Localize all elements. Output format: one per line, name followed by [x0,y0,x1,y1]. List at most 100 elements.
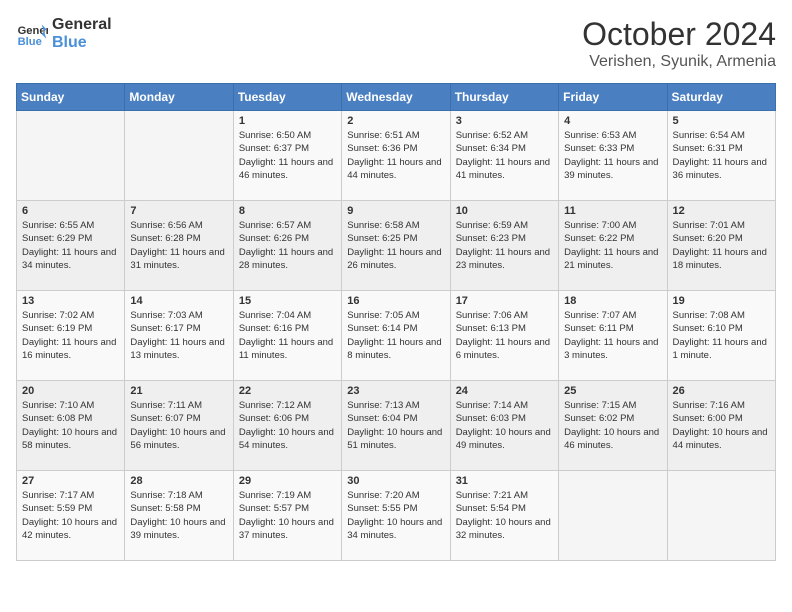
calendar-cell: 20 Sunrise: 7:10 AM Sunset: 6:08 PM Dayli… [17,381,125,471]
calendar-cell: 29 Sunrise: 7:19 AM Sunset: 5:57 PM Dayli… [233,471,341,561]
day-number: 18 [564,295,661,307]
cell-info: Sunrise: 6:52 AM Sunset: 6:34 PM Dayligh… [456,129,553,182]
cell-info: Sunrise: 7:01 AM Sunset: 6:20 PM Dayligh… [673,219,770,272]
location-subtitle: Verishen, Syunik, Armenia [582,53,776,71]
day-number: 8 [239,205,336,217]
cell-info: Sunrise: 6:51 AM Sunset: 6:36 PM Dayligh… [347,129,444,182]
week-row-2: 6 Sunrise: 6:55 AM Sunset: 6:29 PM Daylig… [17,201,776,291]
day-header-monday: Monday [125,84,233,111]
day-header-saturday: Saturday [667,84,775,111]
cell-info: Sunrise: 7:13 AM Sunset: 6:04 PM Dayligh… [347,399,444,452]
cell-info: Sunrise: 6:54 AM Sunset: 6:31 PM Dayligh… [673,129,770,182]
calendar-cell: 13 Sunrise: 7:02 AM Sunset: 6:19 PM Dayli… [17,291,125,381]
cell-info: Sunrise: 6:57 AM Sunset: 6:26 PM Dayligh… [239,219,336,272]
calendar-cell: 15Sunrise: 7:04 AM Sunset: 6:16 PM Dayli… [233,291,341,381]
cell-info: Sunrise: 7:12 AM Sunset: 6:06 PM Dayligh… [239,399,336,452]
calendar-cell: 10 Sunrise: 6:59 AM Sunset: 6:23 PM Dayli… [450,201,558,291]
calendar-cell: 27 Sunrise: 7:17 AM Sunset: 5:59 PM Dayli… [17,471,125,561]
month-title: October 2024 [582,16,776,53]
calendar-cell: 1 Sunrise: 6:50 AM Sunset: 6:37 PM Daylig… [233,111,341,201]
day-header-thursday: Thursday [450,84,558,111]
calendar-cell [17,111,125,201]
day-header-friday: Friday [559,84,667,111]
calendar-cell: 28 Sunrise: 7:18 AM Sunset: 5:58 PM Dayli… [125,471,233,561]
calendar-cell: 18 Sunrise: 7:07 AM Sunset: 6:11 PM Dayli… [559,291,667,381]
cell-info: Sunrise: 7:08 AM Sunset: 6:10 PM Dayligh… [673,309,770,362]
calendar-cell [667,471,775,561]
day-number: 31 [456,475,553,487]
day-number: 29 [239,475,336,487]
week-row-1: 1 Sunrise: 6:50 AM Sunset: 6:37 PM Daylig… [17,111,776,201]
calendar-cell: 19 Sunrise: 7:08 AM Sunset: 6:10 PM Dayli… [667,291,775,381]
day-number: 4 [564,115,661,127]
week-row-4: 20 Sunrise: 7:10 AM Sunset: 6:08 PM Dayli… [17,381,776,471]
cell-info: Sunrise: 6:59 AM Sunset: 6:23 PM Dayligh… [456,219,553,272]
calendar-cell: 22Sunrise: 7:12 AM Sunset: 6:06 PM Dayli… [233,381,341,471]
calendar-cell [559,471,667,561]
day-number: 20 [22,385,119,397]
logo: General Blue General Blue [16,16,112,51]
day-number: 13 [22,295,119,307]
calendar-cell: 5Sunrise: 6:54 AM Sunset: 6:31 PM Daylig… [667,111,775,201]
calendar-cell: 8 Sunrise: 6:57 AM Sunset: 6:26 PM Daylig… [233,201,341,291]
day-number: 15 [239,295,336,307]
day-number: 9 [347,205,444,217]
cell-info: Sunrise: 7:06 AM Sunset: 6:13 PM Dayligh… [456,309,553,362]
day-number: 10 [456,205,553,217]
day-number: 7 [130,205,227,217]
cell-info: Sunrise: 6:58 AM Sunset: 6:25 PM Dayligh… [347,219,444,272]
calendar-cell: 4 Sunrise: 6:53 AM Sunset: 6:33 PM Daylig… [559,111,667,201]
calendar-cell: 21Sunrise: 7:11 AM Sunset: 6:07 PM Dayli… [125,381,233,471]
calendar-cell: 17Sunrise: 7:06 AM Sunset: 6:13 PM Dayli… [450,291,558,381]
calendar-cell [125,111,233,201]
calendar-cell: 31 Sunrise: 7:21 AM Sunset: 5:54 PM Dayli… [450,471,558,561]
day-number: 12 [673,205,770,217]
day-number: 25 [564,385,661,397]
cell-info: Sunrise: 7:17 AM Sunset: 5:59 PM Dayligh… [22,489,119,542]
cell-info: Sunrise: 7:02 AM Sunset: 6:19 PM Dayligh… [22,309,119,362]
day-number: 2 [347,115,444,127]
calendar-cell: 2 Sunrise: 6:51 AM Sunset: 6:36 PM Daylig… [342,111,450,201]
cell-info: Sunrise: 7:00 AM Sunset: 6:22 PM Dayligh… [564,219,661,272]
calendar-table: SundayMondayTuesdayWednesdayThursdayFrid… [16,83,776,561]
day-number: 21 [130,385,227,397]
cell-info: Sunrise: 7:10 AM Sunset: 6:08 PM Dayligh… [22,399,119,452]
cell-info: Sunrise: 6:55 AM Sunset: 6:29 PM Dayligh… [22,219,119,272]
day-number: 6 [22,205,119,217]
cell-info: Sunrise: 7:21 AM Sunset: 5:54 PM Dayligh… [456,489,553,542]
logo-icon: General Blue [16,18,48,50]
cell-info: Sunrise: 7:16 AM Sunset: 6:00 PM Dayligh… [673,399,770,452]
calendar-cell: 25 Sunrise: 7:15 AM Sunset: 6:02 PM Dayli… [559,381,667,471]
calendar-cell: 12 Sunrise: 7:01 AM Sunset: 6:20 PM Dayli… [667,201,775,291]
day-number: 16 [347,295,444,307]
cell-info: Sunrise: 7:05 AM Sunset: 6:14 PM Dayligh… [347,309,444,362]
day-number: 30 [347,475,444,487]
day-number: 27 [22,475,119,487]
cell-info: Sunrise: 7:19 AM Sunset: 5:57 PM Dayligh… [239,489,336,542]
calendar-cell: 9 Sunrise: 6:58 AM Sunset: 6:25 PM Daylig… [342,201,450,291]
cell-info: Sunrise: 7:14 AM Sunset: 6:03 PM Dayligh… [456,399,553,452]
cell-info: Sunrise: 7:07 AM Sunset: 6:11 PM Dayligh… [564,309,661,362]
calendar-cell: 6 Sunrise: 6:55 AM Sunset: 6:29 PM Daylig… [17,201,125,291]
svg-text:Blue: Blue [18,36,42,48]
cell-info: Sunrise: 6:53 AM Sunset: 6:33 PM Dayligh… [564,129,661,182]
day-number: 11 [564,205,661,217]
day-number: 28 [130,475,227,487]
calendar-cell: 14Sunrise: 7:03 AM Sunset: 6:17 PM Dayli… [125,291,233,381]
day-number: 3 [456,115,553,127]
week-row-3: 13 Sunrise: 7:02 AM Sunset: 6:19 PM Dayli… [17,291,776,381]
logo-blue: Blue [52,34,112,52]
day-number: 19 [673,295,770,307]
day-number: 23 [347,385,444,397]
calendar-cell: 23 Sunrise: 7:13 AM Sunset: 6:04 PM Dayli… [342,381,450,471]
calendar-cell: 11 Sunrise: 7:00 AM Sunset: 6:22 PM Dayli… [559,201,667,291]
calendar-cell: 7Sunrise: 6:56 AM Sunset: 6:28 PM Daylig… [125,201,233,291]
calendar-cell: 16 Sunrise: 7:05 AM Sunset: 6:14 PM Dayli… [342,291,450,381]
day-number: 1 [239,115,336,127]
cell-info: Sunrise: 7:15 AM Sunset: 6:02 PM Dayligh… [564,399,661,452]
calendar-cell: 3 Sunrise: 6:52 AM Sunset: 6:34 PM Daylig… [450,111,558,201]
title-block: October 2024 Verishen, Syunik, Armenia [582,16,776,71]
calendar-cell: 30Sunrise: 7:20 AM Sunset: 5:55 PM Dayli… [342,471,450,561]
cell-info: Sunrise: 6:50 AM Sunset: 6:37 PM Dayligh… [239,129,336,182]
cell-info: Sunrise: 7:18 AM Sunset: 5:58 PM Dayligh… [130,489,227,542]
